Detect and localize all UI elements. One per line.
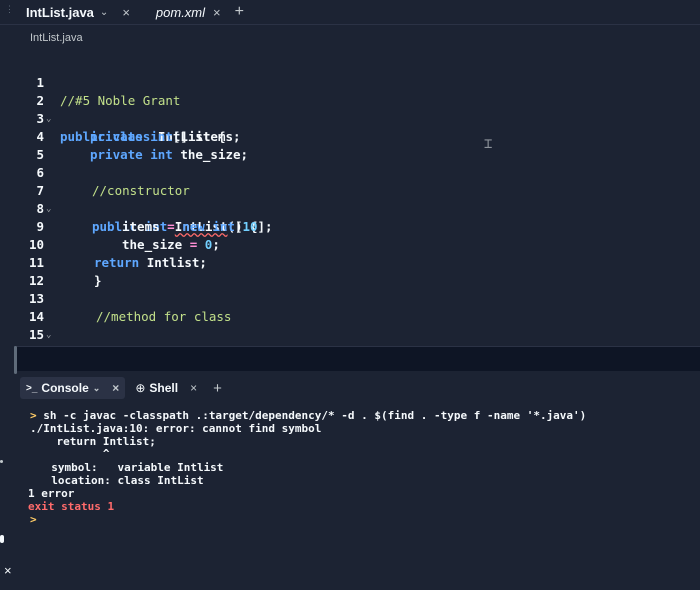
fold-chevron-icon[interactable]: ⌄ — [46, 110, 51, 128]
console-output[interactable]: > sh -c javac -classpath .:target/depend… — [0, 400, 700, 590]
indicator-dot — [0, 535, 4, 543]
tab-label: IntList.java — [26, 4, 94, 20]
line-code: } — [94, 273, 102, 288]
code-line: 7 ⌄ public int IntList() { — [0, 164, 257, 234]
text-cursor-icon: ⌶ — [484, 136, 493, 152]
add-panel-tab-button[interactable]: + — [213, 380, 222, 397]
console-exit-status: exit status 1 — [28, 500, 115, 513]
tab-label: Console — [41, 381, 89, 395]
console-location-line: location: class IntList — [38, 474, 204, 487]
code-line: 8 items = new int[10]; — [0, 182, 272, 234]
code-line: 12 — [0, 254, 44, 288]
breadcrumb: IntList.java — [30, 32, 83, 44]
console-caret-line: ^ — [30, 447, 110, 460]
fold-chevron-icon[interactable]: ⌄ — [46, 326, 51, 344]
pane-divider[interactable] — [14, 346, 700, 371]
close-icon[interactable]: × — [4, 563, 12, 578]
code-line: 6 //constructor — [0, 146, 189, 198]
code-line: 1 //#5 Noble Grant — [0, 56, 180, 108]
chevron-down-icon[interactable]: ⌄ — [100, 7, 108, 18]
console-icon: >_ — [26, 382, 38, 394]
console-command-line: > sh -c javac -classpath .:target/depend… — [30, 409, 586, 422]
tab-pom-xml[interactable]: pom.xml × — [148, 0, 229, 24]
prompt-icon: > — [30, 409, 37, 422]
console-error-count: 1 error — [28, 487, 75, 500]
close-tab-icon[interactable]: × — [190, 381, 197, 395]
line-code: //method for class — [96, 308, 231, 326]
code-comment: //constructor — [92, 183, 190, 198]
console-symbol-line: symbol: variable Intlist — [38, 461, 224, 474]
close-tab-icon[interactable]: × — [122, 5, 130, 20]
line-code: return Intlist; — [94, 255, 207, 270]
line-code: the_size = 0; — [122, 237, 220, 252]
close-tab-icon[interactable]: × — [112, 381, 119, 395]
editor-tab-bar: ⋮ IntList.java ⌄ × pom.xml × + — [0, 0, 700, 25]
code-line: 16 int[] newItems = new int[2 * items.le… — [0, 326, 44, 346]
line-code: items = new int[10]; — [122, 219, 273, 234]
code-line: 14 ⌄ public void add( int x){ — [0, 290, 277, 346]
tab-console[interactable]: >_ Console ⌄ × — [20, 377, 126, 399]
resize-handle[interactable] — [14, 346, 17, 374]
close-tab-icon[interactable]: × — [213, 5, 221, 20]
line-code: private int[] items; — [90, 129, 241, 144]
command-text: sh -c javac -classpath .:target/dependen… — [43, 409, 587, 422]
line-code: private int the_size; — [90, 147, 249, 162]
code-line: 13 //method for class — [0, 272, 232, 324]
chevron-down-icon[interactable]: ⌄ — [93, 383, 101, 394]
tab-label: Shell — [149, 381, 179, 395]
panel-tab-bar: >_ Console ⌄ × ⊕ Shell × + — [20, 376, 700, 400]
line-code: //#5 Noble Grant — [60, 92, 180, 110]
code-line: 9 the_size = 0; — [0, 200, 219, 252]
code-line: 10 return Intlist; — [0, 218, 207, 270]
code-editor[interactable]: 1 //#5 Noble Grant 2 ⌄ public class IntL… — [0, 54, 700, 346]
code-comment: //method for class — [96, 309, 232, 324]
add-tab-button[interactable]: + — [235, 3, 244, 21]
tab-label: pom.xml — [155, 4, 206, 20]
code-line: 2 ⌄ public class IntList { — [0, 74, 225, 144]
line-code: //constructor — [92, 182, 190, 200]
indicator-dot — [0, 460, 3, 463]
code-line: 3 private int[] items; — [0, 92, 240, 144]
code-line: 15 ⌄ if (the_size == items.length){ — [0, 308, 44, 342]
tab-shell[interactable]: ⊕ Shell × — [129, 377, 203, 399]
console-final-prompt: > — [30, 513, 37, 526]
drag-handle-icon[interactable]: ⋮ — [5, 4, 14, 15]
code-comment: //#5 Noble Grant — [60, 93, 181, 108]
code-line: 5 — [0, 128, 44, 162]
tab-intlist-java[interactable]: IntList.java ⌄ × — [18, 0, 138, 24]
code-line: 11 } — [0, 236, 102, 288]
console-error-line: ./IntList.java:10: error: cannot find sy… — [30, 422, 322, 435]
fold-chevron-icon[interactable]: ⌄ — [46, 200, 51, 218]
shell-icon: ⊕ — [135, 381, 146, 395]
code-line: 4 private int the_size; — [0, 110, 248, 162]
